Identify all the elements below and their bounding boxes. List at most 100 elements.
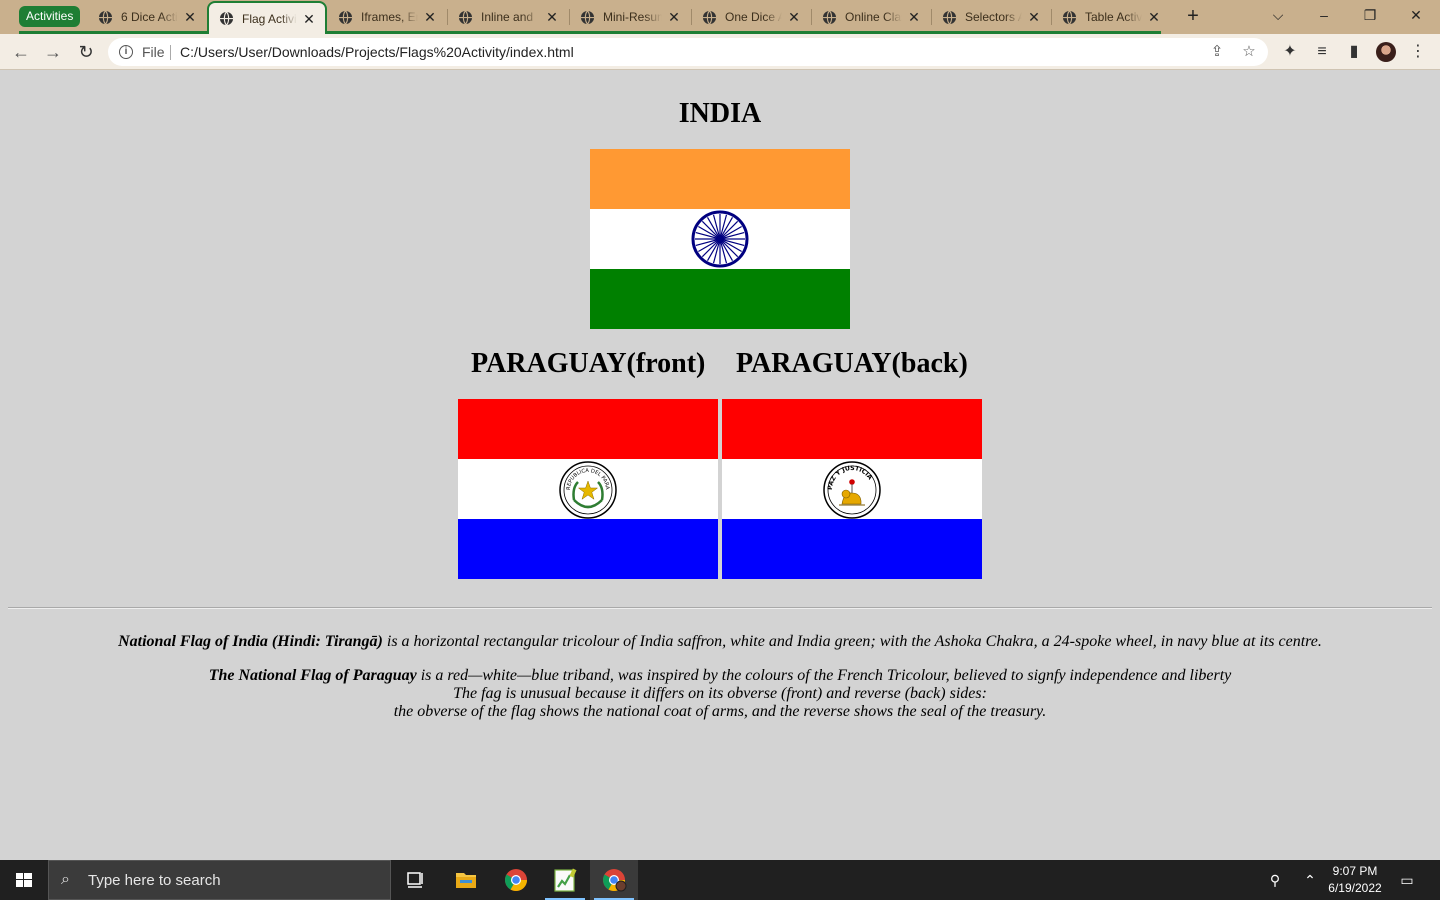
scheme-label: File [142, 44, 165, 60]
clock-date: 6/19/2022 [1328, 881, 1382, 895]
url-text[interactable]: C:/Users/User/Downloads/Projects/Flags%2… [180, 44, 574, 60]
notifications-icon[interactable]: ▭ [1395, 870, 1419, 890]
plus-icon[interactable]: + [1182, 5, 1204, 27]
tab-label: Inline and [481, 10, 534, 24]
close-icon[interactable]: ✕ [786, 9, 802, 25]
globe-icon [338, 10, 353, 24]
tab-group-label[interactable]: Activities [19, 6, 81, 27]
ashoka-chakra-icon [691, 210, 749, 268]
tab-label: Iframes, Em [361, 10, 418, 24]
india-flag [590, 149, 850, 329]
kebab-menu-icon[interactable]: ⋮ [1408, 42, 1428, 62]
tab-mini-resume[interactable]: Mini-Resume ✕ [570, 3, 690, 31]
tab-label: Flag Activity [242, 11, 297, 26]
india-description-text: is a horizontal rectangular tricolour of… [382, 633, 1322, 650]
tab-label: Mini-Resume [603, 10, 662, 24]
side-panel-icon[interactable]: ▮ [1344, 42, 1364, 62]
search-placeholder: Type here to search [88, 872, 221, 889]
reload-icon[interactable]: ↻ [74, 40, 98, 64]
share-icon[interactable]: ⇪ [1208, 43, 1226, 61]
close-icon[interactable]: ✕ [906, 9, 922, 25]
tab-online-class[interactable]: Online Class ✕ [812, 3, 930, 31]
info-icon[interactable]: i [119, 45, 133, 59]
tab-label: 6 Dice Activity [121, 10, 178, 24]
omnibox-divider [170, 45, 171, 60]
restore-icon[interactable]: ❐ [1358, 3, 1382, 27]
india-saffron-stripe [590, 149, 850, 209]
close-icon[interactable]: ✕ [301, 11, 317, 27]
paraguay-red-stripe [458, 399, 718, 459]
windows-start-icon[interactable] [0, 860, 48, 900]
tab-label: One Dice Activity [725, 10, 782, 24]
tab-label: Online Class [845, 10, 902, 24]
paraguay-blue-stripe [722, 519, 982, 579]
system-clock[interactable]: 9:07 PM 6/19/2022 [1322, 863, 1388, 897]
tab-table-activity[interactable]: Table Activity ✕ [1052, 3, 1170, 31]
globe-icon [580, 10, 595, 24]
globe-icon [942, 10, 957, 24]
paraguay-front-heading: PARAGUAY(front) [471, 348, 706, 379]
globe-icon [98, 10, 113, 24]
paraguay-description-bold: The National Flag of Paraguay [208, 667, 417, 684]
media-control-icon[interactable]: ≡ [1312, 42, 1332, 62]
minimize-icon[interactable]: – [1312, 3, 1336, 27]
globe-icon [458, 10, 473, 24]
paraguay-description-line3: the obverse of the flag shows the nation… [393, 703, 1047, 720]
india-description-bold: National Flag of India (Hindi: Tirangā) [118, 633, 383, 650]
treasury-seal-emblem: PAZ Y JUSTICIA [823, 461, 881, 519]
chrome-profile-active-icon[interactable] [590, 860, 638, 900]
chevron-up-icon[interactable]: ⌃ [1298, 870, 1322, 890]
close-icon[interactable]: ✕ [1026, 9, 1042, 25]
globe-icon [702, 10, 717, 24]
window-close-icon[interactable]: ✕ [1404, 3, 1428, 27]
windows-taskbar: ⌕ Type here to search ⚲ ⌃ 9:07 PM 6/19/2… [0, 860, 1440, 900]
tab-selectors-activity[interactable]: Selectors Activity ✕ [932, 3, 1050, 31]
browser-toolbar: ← → ↻ i File C:/Users/User/Downloads/Pro… [0, 34, 1440, 70]
address-bar[interactable]: i File C:/Users/User/Downloads/Projects/… [108, 38, 1268, 66]
clock-time: 9:07 PM [1332, 864, 1378, 878]
paraguay-description: The National Flag of Paraguay is a red—w… [0, 667, 1440, 721]
chrome-icon[interactable] [492, 860, 540, 900]
bookmark-star-icon[interactable]: ☆ [1240, 43, 1258, 61]
paraguay-front-flag: REPUBLICA DEL PARAGUAY [458, 399, 718, 579]
page-content: INDIA PARAGUAY(front) PARAGUAY(back) REP… [0, 70, 1440, 860]
task-view-icon[interactable] [392, 860, 440, 900]
paraguay-blue-stripe [458, 519, 718, 579]
forward-arrow-icon[interactable]: → [41, 40, 65, 64]
tab-iframes[interactable]: Iframes, Em ✕ [328, 3, 446, 31]
tab-one-dice-activity[interactable]: One Dice Activity ✕ [692, 3, 810, 31]
close-icon[interactable]: ✕ [544, 9, 560, 25]
india-description: National Flag of India (Hindi: Tirangā) … [0, 633, 1440, 651]
tab-search-chevron-icon[interactable]: ⌵ [1266, 3, 1290, 27]
file-explorer-icon[interactable] [442, 860, 490, 900]
people-icon[interactable]: ⚲ [1263, 870, 1287, 890]
globe-icon [822, 10, 837, 24]
back-arrow-icon[interactable]: ← [9, 40, 33, 64]
globe-icon [219, 11, 234, 26]
notepad-plus-plus-icon[interactable] [541, 860, 589, 900]
tab-inline-and[interactable]: Inline and ✕ [448, 3, 568, 31]
horizontal-rule [8, 607, 1432, 609]
taskbar-search-box[interactable]: ⌕ Type here to search [48, 860, 391, 900]
profile-avatar[interactable] [1376, 42, 1396, 62]
tab-6-dice-activity[interactable]: 6 Dice Activity ✕ [88, 3, 206, 31]
tab-flag-activity[interactable]: Flag Activity ✕ [207, 1, 327, 34]
tab-label: Selectors Activity [965, 10, 1022, 24]
coat-of-arms-emblem: REPUBLICA DEL PARAGUAY [558, 460, 617, 519]
paraguay-description-line1: is a red—white—blue triband, was inspire… [416, 667, 1232, 684]
paraguay-red-stripe [722, 399, 982, 459]
paraguay-back-heading: PARAGUAY(back) [736, 348, 968, 379]
paraguay-back-flag: PAZ Y JUSTICIA [722, 399, 982, 579]
paraguay-description-line2: The fag is unusual because it differs on… [453, 685, 987, 702]
tab-strip: Activities 6 Dice Activity ✕ Flag Activi… [0, 0, 1440, 34]
india-green-stripe [590, 269, 850, 329]
tab-label: Table Activity [1085, 10, 1142, 24]
close-icon[interactable]: ✕ [182, 9, 198, 25]
globe-icon [1062, 10, 1077, 24]
extensions-puzzle-icon[interactable]: ✦ [1280, 42, 1300, 62]
search-icon: ⌕ [61, 871, 70, 888]
close-icon[interactable]: ✕ [666, 9, 682, 25]
india-heading: INDIA [678, 98, 762, 129]
close-icon[interactable]: ✕ [422, 9, 438, 25]
close-icon[interactable]: ✕ [1146, 9, 1162, 25]
